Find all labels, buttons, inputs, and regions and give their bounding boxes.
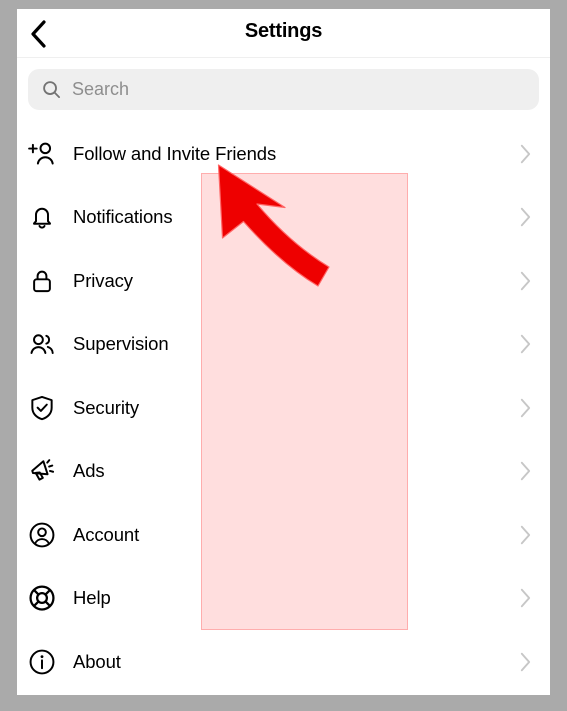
settings-row-label: Help xyxy=(73,587,111,609)
settings-row-account[interactable]: Account xyxy=(17,503,550,567)
settings-row-label: Supervision xyxy=(73,333,169,355)
settings-row-security[interactable]: Security xyxy=(17,376,550,440)
person-add-icon xyxy=(22,138,62,170)
info-circle-icon xyxy=(22,646,62,678)
chevron-right-icon xyxy=(514,651,536,673)
chevron-right-icon xyxy=(514,397,536,419)
nav-header: Settings xyxy=(17,9,550,58)
settings-row-label: About xyxy=(73,650,121,672)
settings-row-ads[interactable]: Ads xyxy=(17,440,550,504)
search-input[interactable] xyxy=(72,79,525,100)
settings-row-privacy[interactable]: Privacy xyxy=(17,249,550,313)
lifebuoy-icon xyxy=(22,582,62,614)
chevron-right-icon xyxy=(514,524,536,546)
settings-row-notifications[interactable]: Notifications xyxy=(17,186,550,250)
people-icon xyxy=(22,328,62,360)
settings-row-label: Follow and Invite Friends xyxy=(73,142,277,164)
search-section xyxy=(17,58,550,110)
chevron-right-icon xyxy=(514,333,536,355)
settings-row-help[interactable]: Help xyxy=(17,567,550,631)
lock-icon xyxy=(22,265,62,297)
settings-row-follow-and-invite-friends[interactable]: Follow and Invite Friends xyxy=(17,122,550,186)
chevron-right-icon xyxy=(514,143,536,165)
bell-icon xyxy=(22,201,62,233)
shield-check-icon xyxy=(22,392,62,424)
phone-screen: Settings Follow xyxy=(17,9,550,695)
search-icon xyxy=(42,80,61,99)
megaphone-icon xyxy=(22,455,62,487)
settings-list: Follow and Invite Friends Notifications xyxy=(17,122,550,694)
settings-row-label: Notifications xyxy=(73,206,173,228)
settings-row-supervision[interactable]: Supervision xyxy=(17,313,550,377)
page-title: Settings xyxy=(244,20,323,42)
chevron-right-icon xyxy=(514,270,536,292)
search-bar[interactable] xyxy=(28,69,539,110)
settings-row-label: Account xyxy=(73,523,140,545)
settings-row-label: Privacy xyxy=(73,269,133,291)
account-circle-icon xyxy=(22,519,62,551)
settings-row-about[interactable]: About xyxy=(17,630,550,694)
chevron-right-icon xyxy=(514,206,536,228)
chevron-right-icon xyxy=(514,587,536,609)
chevron-right-icon xyxy=(514,460,536,482)
settings-row-label: Ads xyxy=(73,460,105,482)
settings-row-label: Security xyxy=(73,396,140,418)
